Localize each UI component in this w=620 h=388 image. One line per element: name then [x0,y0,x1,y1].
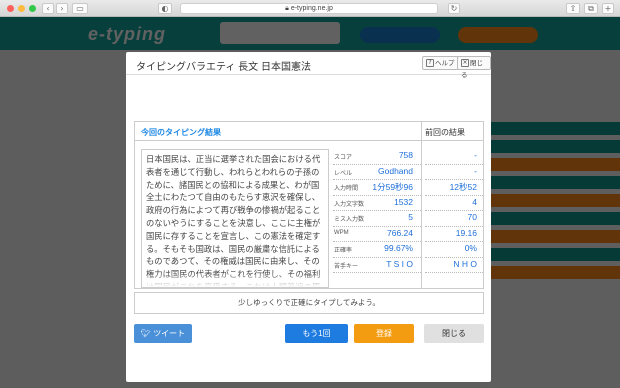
stat-value: 758 [398,150,413,160]
stat-value: 766.24 [387,227,413,238]
address-bar[interactable]: 🔒︎ e-typing.ne.jp [180,3,438,14]
stat-label: 苦手キー [334,263,359,270]
stat-value: 1分59秒96 [372,182,413,192]
modal-header: タイピングバラエティ 長文 日本国憲法 ? ヘルプ × 閉じる [126,52,491,79]
prev-stat-row: 12秒52 [425,180,483,196]
stat-row: スコア 758 [333,149,421,165]
stat-value: - [474,150,477,160]
stat-row: WPM 766.24 [333,227,421,242]
stat-label: 入力文字数 [334,201,365,208]
stat-value: 5 [408,212,413,222]
reload-icon[interactable]: ↻ [448,3,460,14]
stat-row: 苦手キー T S I O [333,258,421,273]
close-icon: × [461,59,469,67]
current-result-label: 今回のタイピング結果 [141,128,221,137]
forward-icon[interactable]: › [56,3,68,14]
prev-stat-row: 70 [425,211,483,227]
tabs-icon[interactable]: ⧉ [584,3,598,14]
prev-stat-row: 4 [425,196,483,211]
modal-title: タイピングバラエティ 長文 日本国憲法 [136,62,311,73]
minimize-window-icon[interactable] [18,5,25,12]
retry-button[interactable]: もう1回 [285,324,348,343]
stat-value: Godhand [378,165,413,176]
stat-value: 0% [464,243,477,253]
tweet-button[interactable]: 🐦︎ ツイート [134,324,192,343]
typed-text-box[interactable]: 日本国民は、正当に選挙された国会における代表者を通じて行動し、われらとわれらの子… [141,149,329,288]
close-window-icon[interactable] [7,5,14,12]
prev-stat-row: - [425,149,483,165]
advice-message: 少しゆっくりで正確にタイプしてみよう。 [134,292,484,314]
stat-row: レベル Godhand [333,165,421,180]
stat-row: ミス入力数 5 [333,211,421,227]
help-label: ヘルプ [435,59,455,67]
prev-stat-row: 19.16 [425,227,483,242]
back-icon[interactable]: ‹ [42,3,54,14]
twitter-bird-icon: 🐦︎ [140,329,151,338]
stat-value: 19.16 [455,227,477,238]
result-modal: タイピングバラエティ 長文 日本国憲法 ? ヘルプ × 閉じる 今回のタイピング結果… [126,52,491,382]
stat-label: スコア [334,155,353,161]
prev-stat-row: N H O [425,258,483,273]
stat-label: 正確率 [334,248,353,254]
stat-value: 1532 [394,196,413,207]
prev-stat-row: 0% [425,242,483,258]
stat-value: T S I O [386,258,413,269]
prev-stat-row: - [425,165,483,180]
url-text: e-typing.ne.jp [290,5,333,12]
privacy-icon[interactable]: ◐ [158,3,172,14]
stat-row: 入力時間 1分59秒96 [333,180,421,196]
browser-toolbar: ‹ › ▭ ◐ 🔒︎ e-typing.ne.jp ↻ ⇧ ⧉ + [0,0,620,17]
stat-value: N H O [453,258,477,269]
register-button[interactable]: 登録 [354,324,414,343]
stat-value: 70 [467,212,477,222]
previous-stats: - - 12秒52 4 70 19.16 0% N H O [425,149,483,273]
close-button[interactable]: 閉じる [424,324,484,343]
lock-icon: 🔒︎ [285,5,289,12]
current-stats: スコア 758 レベル Godhand 入力時間 1分59秒96 入力文字数 1532 … [333,149,421,273]
stat-label: WPM [334,229,349,236]
stat-value: - [474,165,477,176]
share-icon[interactable]: ⇧ [566,3,580,14]
typed-text: 日本国民は、正当に選挙された国会における代表者を通じて行動し、われらとわれらの子… [146,154,321,288]
sidebar-icon[interactable]: ▭ [72,3,88,14]
stat-value: 99.67% [384,243,413,253]
help-button[interactable]: ? ヘルプ [422,56,459,70]
question-icon: ? [426,59,434,67]
stat-label: ミス入力数 [334,217,365,223]
stat-row: 入力文字数 1532 [333,196,421,211]
stat-value: 12秒52 [449,182,477,192]
stat-label: 入力時間 [334,186,359,192]
result-frame: 今回のタイピング結果 前回の結果 日本国民は、正当に選挙された国会における代表者… [134,121,484,289]
fullscreen-window-icon[interactable] [29,5,36,12]
header-close-button[interactable]: × 閉じる [457,56,491,79]
stat-label: レベル [334,170,353,177]
stat-value: 4 [472,196,477,207]
new-tab-icon[interactable]: + [602,3,614,14]
stat-row: 正確率 99.67% [333,242,421,258]
previous-result-label: 前回の結果 [425,128,465,137]
